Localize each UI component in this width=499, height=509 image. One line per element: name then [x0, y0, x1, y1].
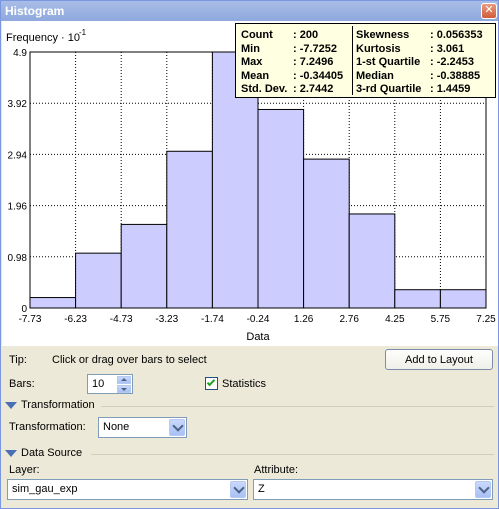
data-source-group-header[interactable]: Data Source	[5, 447, 82, 459]
stat-name: Std. Dev.	[241, 83, 288, 95]
x-tick-label: -1.74	[201, 314, 224, 325]
chevron-down-icon[interactable]	[475, 481, 491, 498]
statistics-panel: Count : 200 Skewness : 0.056353 Min : -7.7252…	[235, 23, 496, 98]
stat-value: : -0.34405	[293, 69, 344, 82]
close-button[interactable]: ✕	[481, 3, 497, 19]
stat-value: : 3.061	[430, 42, 465, 55]
transformation-select[interactable]: None	[98, 417, 187, 438]
histogram-window: Histogram ✕ 0 0.98 1.96 2.94 3.92 4.9 -7.73 -6.…	[0, 0, 499, 509]
x-tick-label: -3.23	[155, 314, 178, 325]
window-title: Histogram	[5, 4, 65, 18]
data-source-group-label: Data Source	[21, 447, 83, 459]
close-icon: ✕	[484, 4, 494, 16]
stat-value: : 1.4459	[430, 83, 471, 95]
y-tick-label: 1.96	[8, 202, 28, 213]
x-tick-label: 4.25	[385, 314, 405, 325]
histogram-bar[interactable]	[166, 150, 213, 309]
bars-stepper[interactable]: 10	[87, 374, 133, 394]
bars-value: 10	[92, 378, 105, 390]
stat-value: : 200	[293, 29, 319, 41]
x-tick-label: -7.73	[19, 314, 42, 325]
y-axis-label-exponent: -1	[79, 28, 87, 37]
x-tick-label: 7.25	[476, 314, 496, 325]
statistics-checkbox[interactable]	[205, 377, 218, 390]
chevron-down-icon[interactable]	[230, 481, 246, 498]
layer-label: Layer:	[9, 464, 40, 476]
tip-label: Tip:	[9, 354, 27, 366]
stat-name: 1-st Quartile	[356, 56, 421, 68]
x-tick-label: 1.26	[294, 314, 314, 325]
x-tick-label: -0.24	[247, 314, 270, 325]
stat-value: : 7.2496	[293, 56, 334, 68]
add-to-layout-button[interactable]: Add to Layout	[385, 349, 493, 370]
attribute-select[interactable]: Z	[253, 479, 493, 500]
histogram-bar[interactable]	[257, 108, 305, 309]
stat-name: Kurtosis	[356, 42, 401, 55]
stat-value: : -7.7252	[293, 42, 338, 55]
x-tick-label: -6.23	[64, 314, 87, 325]
stat-name: Max	[241, 56, 263, 68]
checkmark-icon	[206, 377, 216, 387]
layer-value: sim_gau_exp	[12, 483, 78, 495]
y-tick-label: 3.92	[8, 99, 28, 110]
histogram-bar[interactable]	[439, 289, 487, 309]
attribute-label: Attribute:	[254, 464, 299, 476]
data-source-divider	[91, 454, 494, 455]
x-tick-label: 2.76	[339, 314, 359, 325]
x-axis-label: Data	[246, 331, 270, 343]
statistics-label: Statistics	[222, 378, 267, 390]
layer-select[interactable]: sim_gau_exp	[7, 479, 248, 500]
stat-name: Count	[241, 29, 273, 41]
x-tick-label: 5.75	[431, 314, 451, 325]
stat-name: Median	[356, 69, 394, 82]
histogram-bar[interactable]	[348, 213, 396, 309]
collapse-icon	[5, 449, 17, 457]
stat-value: : 0.056353	[430, 29, 483, 41]
stat-name: Min	[241, 42, 260, 55]
transformation-divider	[101, 406, 494, 407]
y-tick-label: 4.9	[13, 48, 27, 59]
stat-name: Mean	[241, 69, 270, 82]
y-tick-label: 0.98	[8, 253, 28, 264]
title-bar: Histogram	[1, 1, 498, 21]
histogram-bar[interactable]	[29, 297, 77, 309]
y-tick-label: 2.94	[8, 150, 28, 161]
transformation-group-header[interactable]: Transformation	[5, 399, 95, 411]
bars-label: Bars:	[9, 378, 35, 390]
histogram-bar[interactable]	[120, 223, 168, 309]
collapse-icon	[5, 401, 17, 409]
transformation-group-label: Transformation	[21, 399, 95, 411]
bars-increase-icon[interactable]	[117, 376, 131, 384]
stats-divider	[352, 26, 353, 95]
stat-name: 3-rd Quartile	[356, 83, 422, 95]
histogram-bar[interactable]	[75, 252, 122, 309]
y-axis-label: Frequency · 10	[6, 32, 80, 44]
tip-text: Click or drag over bars to select	[52, 354, 207, 366]
transformation-label: Transformation:	[9, 421, 86, 433]
bars-decrease-icon[interactable]	[117, 385, 131, 393]
stat-value: : -0.38885	[430, 69, 481, 82]
stat-name: Skewness	[356, 29, 410, 41]
histogram-bar[interactable]	[394, 289, 441, 309]
x-tick-label: -4.73	[110, 314, 133, 325]
chevron-down-icon[interactable]	[169, 419, 185, 436]
attribute-value: Z	[258, 483, 265, 495]
transformation-value: None	[103, 421, 130, 433]
stat-value: : -2.2453	[430, 56, 475, 68]
histogram-bar[interactable]	[303, 158, 350, 309]
stat-value: : 2.7442	[293, 83, 334, 95]
